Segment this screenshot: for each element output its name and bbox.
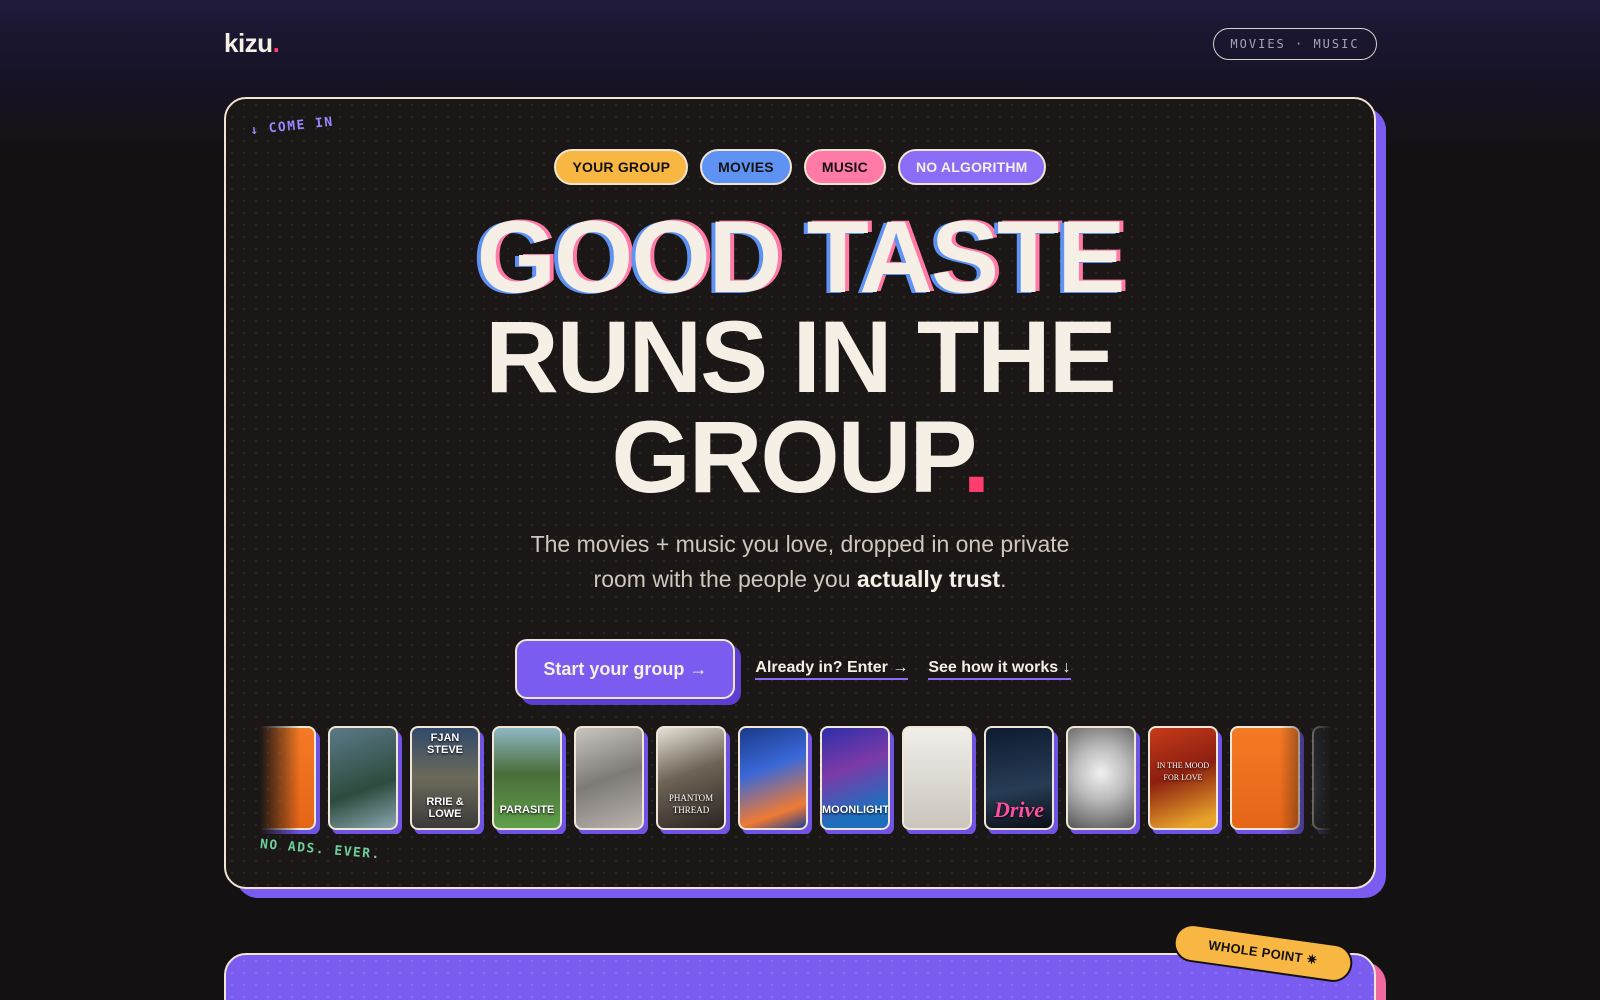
cover-card[interactable] [1066, 726, 1136, 830]
subtitle-emphasis: actually trust [856, 566, 1001, 592]
cover-card[interactable] [574, 726, 644, 830]
subtitle-part-1: The movies + music you love, dropped in … [530, 531, 1070, 557]
tag-music: MUSIC [803, 149, 886, 185]
cover-caption-top: FJAN STEVE [426, 732, 464, 756]
come-in-label: ↓ COME IN [249, 114, 335, 139]
cover-card[interactable] [328, 726, 398, 830]
cover-card[interactable]: MOONLIGHT [820, 726, 890, 830]
cover-caption: Drive [993, 797, 1045, 822]
how-it-works-link[interactable]: See how it works ↓ [928, 659, 1071, 680]
page-title: GOOD TASTE RUNS IN THE GROUP. [226, 200, 1374, 508]
cover-card[interactable]: FJAN STEVE RRIE & LOWE [410, 726, 480, 830]
subtitle-part-2: room with the people you [593, 566, 857, 592]
logo-dot: . [272, 28, 280, 58]
cover-caption: IN THE MOOD FOR LOVE [1156, 761, 1210, 782]
cover-caption: PARASITE [499, 804, 555, 816]
headline-line-1: GOOD TASTE [476, 200, 1126, 314]
cover-caption: PHANTOM THREAD [668, 793, 714, 815]
logo[interactable]: kizu. [224, 28, 280, 59]
cover-card[interactable] [1312, 726, 1332, 830]
cta-row: Start your group → Already in? Enter → S… [226, 639, 1374, 705]
cover-card[interactable]: PHANTOM THREAD [656, 726, 726, 830]
cover-card[interactable]: Drive [984, 726, 1054, 830]
cover-caption: RRIE & LOWE [426, 796, 464, 820]
tag-row: YOUR GROUP MOVIES MUSIC NO ALGORITHM [226, 149, 1374, 185]
cover-caption: MOONLIGHT [822, 804, 890, 816]
cover-strip: FJAN STEVE RRIE & LOWE PARASITE PHANTOM T… [260, 722, 1332, 834]
hero-subtitle: The movies + music you love, dropped in … [226, 527, 1374, 597]
tag-your-group: YOUR GROUP [554, 149, 689, 185]
subtitle-end: . [1000, 566, 1007, 592]
headline-period: . [962, 400, 990, 514]
cover-card[interactable]: IN THE MOOD FOR LOVE [1148, 726, 1218, 830]
start-group-button-wrap: Start your group → [515, 639, 742, 705]
start-group-button[interactable]: Start your group → [515, 639, 736, 699]
tag-movies: MOVIES [700, 149, 792, 185]
cover-card[interactable]: PARASITE [492, 726, 562, 830]
nav-pill[interactable]: MOVIES · MUSIC [1213, 28, 1377, 60]
cover-card[interactable] [738, 726, 808, 830]
headline-group-word: GROUP [611, 400, 964, 514]
headline-line-2: RUNS IN THE [485, 300, 1117, 414]
cover-card[interactable] [1230, 726, 1300, 830]
tag-no-algorithm: NO ALGORITHM [897, 149, 1046, 185]
logo-text: kizu [224, 28, 273, 58]
cover-card[interactable] [902, 726, 972, 830]
hero-card: ↓ COME IN YOUR GROUP MOVIES MUSIC NO ALG… [224, 97, 1376, 889]
no-ads-label: NO ADS. EVER. [259, 837, 382, 863]
enter-link[interactable]: Already in? Enter → [755, 659, 909, 680]
headline-line-3: GROUP. [226, 406, 1374, 508]
cover-card[interactable] [260, 726, 316, 830]
